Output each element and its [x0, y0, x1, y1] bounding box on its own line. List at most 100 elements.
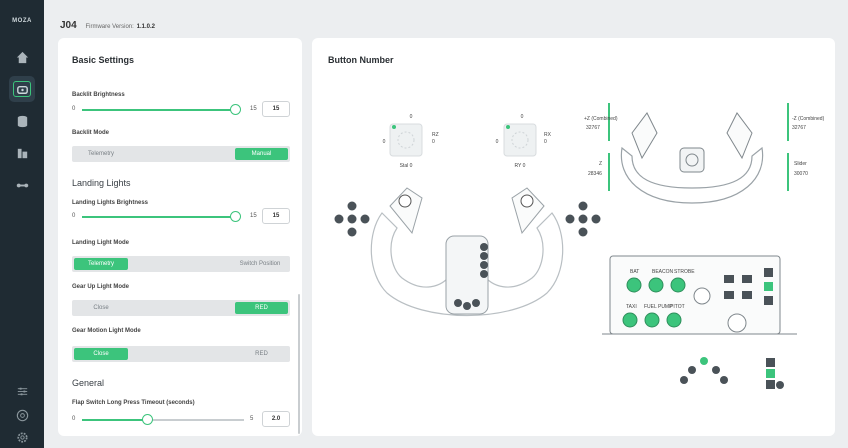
axis-z-combined-neg-value: 32767	[792, 125, 806, 131]
beacon-switch	[648, 277, 664, 293]
switch-panel: BAT BEACON STROBE TAXI FUEL PUMP PITOT	[602, 255, 797, 335]
cluster-indicator	[766, 358, 775, 367]
landing-light-mode-label: Landing Light Mode	[72, 240, 129, 246]
axis-z-bar	[608, 153, 610, 191]
axis-z-value: 28346	[588, 171, 602, 177]
hat-button	[578, 201, 588, 211]
top-view-right-grip	[726, 112, 753, 160]
gear-up-light-mode-toggle: Close RED	[72, 300, 290, 316]
panel-indicator	[764, 282, 773, 291]
gear-lever-knob	[727, 313, 747, 333]
cluster-button	[680, 376, 688, 384]
axis-z-combined-pos-label: +Z (Combined)	[584, 116, 618, 122]
backlit-brightness-slider[interactable]: 0 15 15	[72, 101, 290, 118]
hat-button	[578, 214, 588, 224]
hat-button	[334, 214, 344, 224]
top-view-left-grip	[631, 112, 658, 160]
gear-motion-light-mode-red[interactable]: RED	[235, 348, 288, 360]
rig-icon[interactable]	[9, 140, 35, 166]
right-joystick-readout: 0 0 RX 0 RY 0	[496, 114, 552, 169]
yoke-diagram: 0 0 RZ 0 Stal 0 0 0 RX 0 RY 0 +Z (Combin…	[334, 103, 825, 389]
landing-light-mode-telemetry[interactable]: Telemetry	[74, 258, 128, 270]
right-joystick-left-value: 0	[496, 139, 499, 145]
moza-logo: MOZA	[12, 18, 32, 24]
right-joystick-axis-name: RX	[544, 132, 552, 138]
flap-timeout-label: Flap Switch Long Press Timeout (seconds)	[72, 400, 195, 406]
gear-up-light-mode-close[interactable]: Close	[74, 302, 128, 314]
gear-up-light-mode-red[interactable]: RED	[235, 302, 288, 314]
gear-up-light-mode-label: Gear Up Light Mode	[72, 284, 129, 290]
slider-max: 15	[250, 213, 257, 219]
bat-switch	[626, 277, 642, 293]
hat-button	[578, 227, 588, 237]
left-hat-switch	[398, 194, 412, 208]
panel-label-beacon: BEACON	[652, 269, 674, 275]
flap-timeout-slider[interactable]: 0 5 2.0	[72, 411, 290, 428]
backlit-mode-manual[interactable]: Manual	[235, 148, 288, 160]
axis-z-label: Z	[599, 161, 602, 167]
axis-z-combined-neg-label: -Z (Combined)	[792, 116, 825, 122]
cluster-button	[720, 376, 728, 384]
gear-icon[interactable]	[9, 424, 35, 448]
panel-label-pitot: PITOT	[670, 304, 685, 310]
slider-track-filled	[82, 216, 236, 218]
slider-thumb[interactable]	[230, 104, 241, 115]
backlit-mode-label: Backlit Mode	[72, 130, 110, 136]
backlit-mode-telemetry[interactable]: Telemetry	[74, 148, 128, 160]
axis-z-combined-neg-bar	[787, 103, 789, 141]
gear-motion-light-mode-close[interactable]: Close	[74, 348, 128, 360]
cluster-button	[688, 366, 696, 374]
panel-label-bat: BAT	[630, 269, 639, 275]
left-hat-cluster	[334, 201, 370, 237]
right-hat-switch	[520, 194, 534, 208]
slider-thumb[interactable]	[230, 211, 241, 222]
center-button	[480, 252, 488, 260]
right-joystick-axis-value: 0	[544, 139, 547, 145]
device-icon[interactable]	[9, 76, 35, 102]
panel-indicator	[764, 296, 773, 305]
slider-thumb[interactable]	[142, 414, 153, 425]
axis-slider-bar	[787, 153, 789, 191]
slider-track-filled	[82, 419, 144, 421]
slider-min: 0	[72, 213, 76, 219]
slider-track-filled	[82, 109, 236, 111]
panel-label-strobe: STROBE	[674, 269, 695, 275]
panel-indicator	[742, 275, 752, 283]
center-button	[480, 261, 488, 269]
button-number-panel: Button Number 0 0 RZ 0 Stal 0 0 0 RX 0 R…	[312, 38, 835, 436]
cluster-indicator	[766, 369, 775, 378]
right-hat-cluster	[565, 201, 601, 237]
backlit-brightness-value[interactable]: 15	[262, 101, 290, 117]
database-icon[interactable]	[9, 108, 35, 134]
hat-button	[347, 201, 357, 211]
hat-button	[360, 214, 370, 224]
panel-label-taxi: TAXI	[626, 304, 637, 310]
left-joystick-left-value: 0	[383, 139, 386, 145]
backlit-brightness-label: Backlit Brightness	[72, 92, 125, 98]
right-joystick-caption: RY 0	[515, 163, 526, 169]
scrollbar[interactable]	[298, 294, 300, 434]
panel-label-fuel-pump: FUEL PUMP	[644, 304, 673, 310]
slider-min: 0	[72, 416, 76, 422]
cluster-indicator	[766, 380, 775, 389]
strobe-switch	[670, 277, 686, 293]
basic-settings-panel: Basic Settings Backlit Brightness 0 15 1…	[58, 38, 302, 436]
hat-button	[347, 214, 357, 224]
general-title: General	[72, 378, 105, 388]
home-icon[interactable]	[9, 44, 35, 70]
landing-lights-brightness-slider[interactable]: 0 15 15	[72, 208, 290, 225]
backlit-mode-toggle: Telemetry Manual	[72, 146, 290, 162]
landing-light-mode-switch-position[interactable]: Switch Position	[232, 258, 288, 270]
landing-lights-brightness-value[interactable]: 15	[262, 208, 290, 224]
pedals-icon[interactable]	[9, 172, 35, 198]
axis-z-combined-pos-bar	[608, 103, 610, 141]
right-joystick-top-value: 0	[521, 114, 524, 120]
axis-slider-value: 30070	[794, 171, 808, 177]
sliders-icon[interactable]	[9, 378, 35, 404]
center-button	[480, 243, 488, 251]
sidebar: MOZA	[0, 0, 44, 448]
device-model: J04	[60, 20, 77, 31]
taxi-switch	[622, 312, 638, 328]
slider-max: 15	[250, 106, 257, 112]
flap-timeout-value[interactable]: 2.0	[262, 411, 290, 427]
